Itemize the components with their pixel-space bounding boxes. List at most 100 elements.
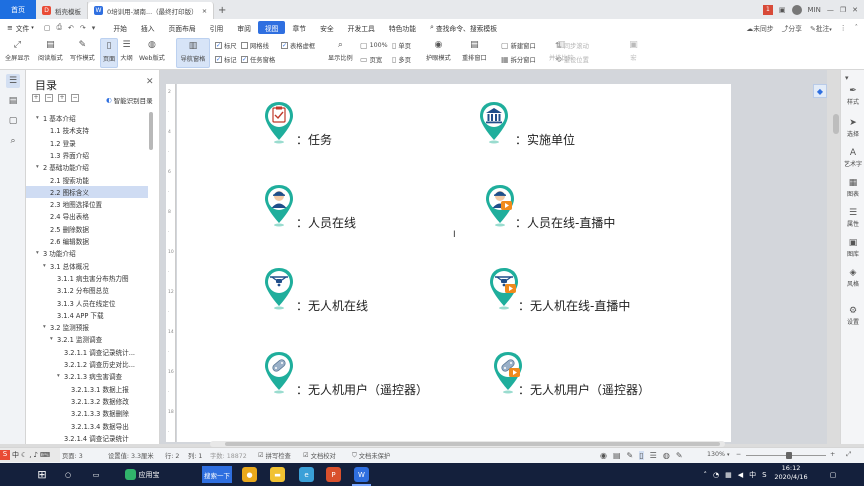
notification-icon[interactable]: ▢	[826, 466, 840, 483]
right-panel-cursor[interactable]: ➤ 选择	[841, 118, 864, 138]
remove-heading-icon[interactable]: −	[71, 94, 79, 102]
toc-item[interactable]: 2.4 导出表格	[26, 210, 148, 222]
split-window-button[interactable]: ▦ 拆分窗口	[501, 55, 536, 64]
expand-all-icon[interactable]: +	[32, 94, 40, 102]
multi-page-button[interactable]: ▯ 多页	[392, 55, 411, 64]
add-heading-icon[interactable]: +	[58, 94, 66, 102]
chevron-down-icon[interactable]: ▾	[89, 24, 99, 32]
protect-status[interactable]: ⛉ 文档未保护	[352, 451, 390, 461]
toc-item[interactable]: 3.1.4 APP 下载	[26, 309, 148, 321]
toc-item[interactable]: 2.3 地图选择位置	[26, 198, 148, 210]
collapse-all-icon[interactable]: −	[45, 94, 53, 102]
toc-item[interactable]: 3.2.1.2 调查历史对比...	[26, 358, 148, 370]
browser-icon[interactable]: e	[299, 467, 314, 482]
find-icon[interactable]: ⌕	[6, 134, 20, 148]
chapter-icon[interactable]: ▤	[6, 94, 20, 108]
document-tab[interactable]: W 0培训用-湖南...（最终打印版） ×	[88, 2, 215, 19]
toc-item[interactable]: 3.2.1.3.3 数据删除	[26, 407, 148, 419]
toc-item[interactable]: 3.2.1.3.2 数据修改	[26, 395, 148, 407]
display-ratio-button[interactable]: ⌕ 显示比例	[328, 39, 353, 62]
right-panel-theme[interactable]: ◈ 风格	[841, 268, 864, 288]
mark-checkbox[interactable]: ✓ 标记	[215, 55, 237, 64]
more-icon[interactable]: ⋮	[840, 24, 847, 32]
vertical-scroll-thumb[interactable]	[833, 114, 839, 134]
proofread-button[interactable]: ☑ 文档校对	[303, 451, 336, 460]
avatar[interactable]	[791, 4, 802, 15]
zoom-slider-thumb[interactable]	[786, 452, 792, 459]
right-panel-gallery[interactable]: ▣ 图库	[841, 238, 864, 258]
folder-icon[interactable]: ▬	[270, 467, 285, 482]
close-icon[interactable]: ×	[202, 7, 207, 15]
network-icon[interactable]: ▦	[725, 471, 732, 479]
print-icon[interactable]: ⎙	[53, 23, 65, 32]
toc-item[interactable]: 3.1.3 人员在线定位	[26, 297, 148, 309]
windows-start-icon[interactable]: ⊞	[34, 466, 50, 483]
toc-item[interactable]: 2.5 删除数据	[26, 223, 148, 235]
eye-protection-button[interactable]: ◉ 护眼模式	[426, 39, 451, 62]
outline-icon[interactable]: ☰	[650, 451, 657, 460]
reading-layout-button[interactable]: ▤ 阅读版式	[38, 39, 63, 62]
toc-item[interactable]: 3.1.2 分布图总览	[26, 284, 148, 296]
toc-item[interactable]: 3.2.1.4 调查记录统计	[26, 432, 148, 444]
moon-icon[interactable]: ☾	[21, 451, 27, 459]
sync-button[interactable]: ☁未同步	[746, 23, 773, 33]
toc-item[interactable]: ▾ 3.2.1.3 病虫害调查	[26, 370, 148, 382]
volume-icon[interactable]: ◀	[738, 471, 743, 479]
powerpoint-icon[interactable]: P	[326, 467, 341, 482]
nav-pane-button[interactable]: ▥ 导航窗格	[176, 38, 210, 68]
toc-item[interactable]: ▾ 1 基本介绍	[26, 112, 148, 124]
menu-tab-5[interactable]: 视图	[257, 21, 286, 34]
toc-scrollbar[interactable]	[149, 112, 153, 150]
page-layout-button[interactable]: ▯ 页面	[100, 38, 118, 68]
chevron-up-icon[interactable]: ˄	[703, 471, 707, 479]
toc-item[interactable]: 2.2 图标含义	[26, 185, 148, 198]
menu-tab-3[interactable]: 引用	[203, 19, 231, 36]
document-page[interactable]: ：任务 ：实施单位 ：人员在线 ：人员在线-直播中 ：无人机在线 ：无人机在线-直播中 ：无…	[177, 84, 731, 442]
command-search[interactable]: ⌕ 查找命令、搜索模板	[423, 19, 504, 36]
mic-icon[interactable]: ♪	[34, 451, 38, 459]
new-window-button[interactable]: ▢ 新建窗口	[501, 41, 536, 50]
vertical-scrollbar[interactable]	[832, 84, 840, 440]
toc-item[interactable]: 1.1 技术支持	[26, 124, 148, 136]
word-count[interactable]: 字数: 18872	[210, 451, 247, 460]
task-pane-checkbox[interactable]: ✓ 任务窗格	[241, 55, 275, 64]
task-view-icon[interactable]: ▭	[88, 466, 104, 483]
toc-item[interactable]: 1.3 界面介绍	[26, 149, 148, 161]
toc-item[interactable]: 3.2.1.1 调查记录统计...	[26, 346, 148, 358]
macro-button[interactable]: ▣ 宏	[627, 39, 640, 62]
pen-icon[interactable]: ✎	[676, 451, 683, 460]
home-tab[interactable]: 首页	[0, 0, 36, 19]
toc-item[interactable]: 3.2.1.3.1 数据上报	[26, 383, 148, 395]
zoom-level[interactable]: 130% ▾	[707, 451, 730, 458]
menu-tab-7[interactable]: 安全	[313, 19, 341, 36]
right-panel-properties[interactable]: ☰ 属性	[841, 208, 864, 228]
writing-mode-button[interactable]: ✎ 写作模式	[70, 39, 95, 62]
page-width-button[interactable]: ▭ 页宽	[360, 55, 382, 64]
save-icon[interactable]: ▢	[41, 24, 54, 32]
menu-tab-9[interactable]: 特色功能	[382, 19, 423, 36]
chrome-icon[interactable]: ●	[242, 467, 257, 482]
fit-icon[interactable]: ⤢	[846, 451, 851, 459]
template-tab[interactable]: D 稻壳模板	[36, 2, 88, 19]
horizontal-scroll-thumb[interactable]	[225, 442, 720, 446]
search-icon[interactable]: ○	[61, 466, 75, 483]
page-indicator[interactable]: 页面: 3	[62, 451, 83, 460]
close-icon[interactable]: ✕	[146, 77, 154, 87]
spell-check-button[interactable]: ☑ 拼写检查	[258, 451, 291, 460]
right-panel-chart[interactable]: ▦ 图表	[841, 178, 864, 198]
toc-item[interactable]: ▾ 3.2 监测预报	[26, 321, 148, 333]
menu-tab-2[interactable]: 页面布局	[162, 19, 203, 36]
page-view-icon[interactable]: ▯	[639, 451, 644, 460]
table-border-checkbox[interactable]: ✓ 表格虚框	[281, 41, 315, 50]
toc-item[interactable]: ▾ 3.2.1 监测调查	[26, 333, 148, 345]
web-layout-button[interactable]: ◍ Web版式	[139, 39, 165, 62]
maximize-icon[interactable]: ❐	[840, 6, 846, 14]
share-button[interactable]: ⤴分享	[782, 23, 802, 33]
eye-icon[interactable]: ◉	[600, 451, 607, 460]
ruler-checkbox[interactable]: ✓ 标尺	[215, 41, 237, 50]
parallel-compare-button[interactable]: ▥ 并排比较	[549, 39, 574, 62]
window-close-icon[interactable]: ✕	[852, 6, 858, 14]
zoom-100-button[interactable]: ▢ 100%	[360, 41, 388, 50]
taskbar-search-button[interactable]: 搜索一下	[202, 466, 232, 483]
bookmark-icon[interactable]: ▢	[6, 114, 20, 128]
